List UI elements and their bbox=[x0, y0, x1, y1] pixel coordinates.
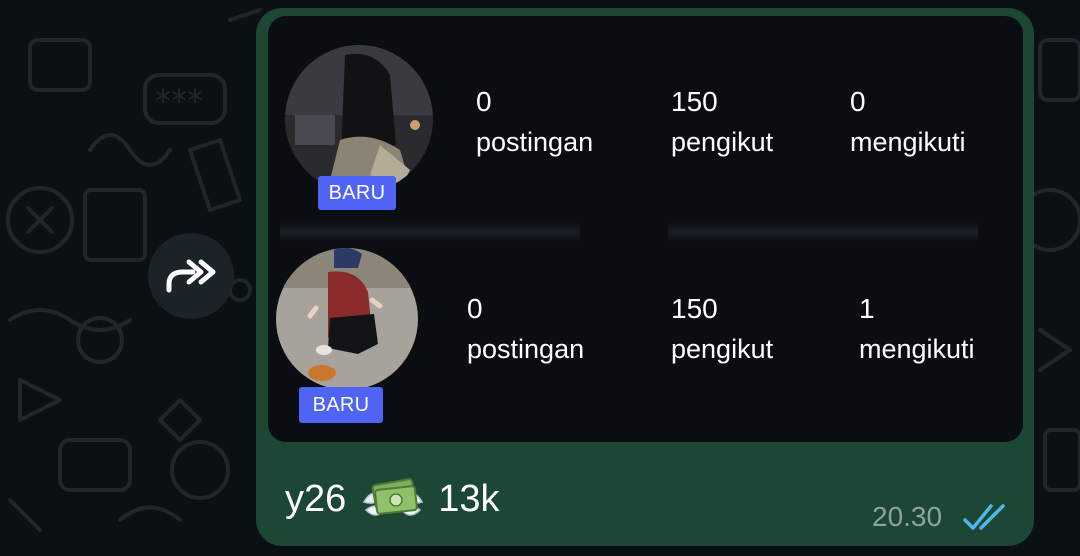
stat-following-1: 0 mengikuti bbox=[850, 86, 966, 158]
stat-label: pengikut bbox=[671, 127, 774, 157]
forward-button[interactable] bbox=[148, 233, 234, 319]
message-time: 20.30 bbox=[872, 501, 943, 532]
row-divider bbox=[668, 222, 978, 242]
caption-text: y26 bbox=[285, 478, 347, 520]
new-badge-1: BARU bbox=[318, 176, 396, 210]
stat-label: mengikuti bbox=[850, 127, 966, 157]
stat-value: 0 bbox=[467, 293, 483, 324]
stat-following-2: 1 mengikuti bbox=[859, 293, 975, 365]
stat-label: pengikut bbox=[671, 334, 774, 364]
stat-followers-2: 150 pengikut bbox=[671, 293, 773, 365]
stat-followers-1: 150 pengikut bbox=[671, 86, 773, 158]
stat-value: 0 bbox=[476, 86, 492, 117]
stat-value: 150 bbox=[671, 293, 718, 324]
stat-label: postingan bbox=[476, 127, 594, 157]
message-image[interactable]: BARU 0 postingan 150 pengikut 0 mengikut… bbox=[268, 16, 1023, 442]
double-check-read-icon bbox=[963, 504, 1005, 530]
stat-posts-2: 0 postingan bbox=[467, 293, 584, 365]
stat-label: mengikuti bbox=[859, 334, 975, 364]
forward-arrows-icon bbox=[166, 259, 216, 293]
profile-photo-1 bbox=[285, 45, 433, 193]
message-caption: y26 13k bbox=[285, 470, 500, 528]
stat-posts-1: 0 postingan bbox=[476, 86, 593, 158]
stat-value: 0 bbox=[850, 86, 866, 117]
svg-text:***: *** bbox=[155, 82, 203, 120]
stat-label: postingan bbox=[467, 334, 585, 364]
caption-suffix: 13k bbox=[438, 478, 500, 520]
stat-value: 150 bbox=[671, 86, 718, 117]
new-badge-2: BARU bbox=[299, 387, 383, 423]
row-divider bbox=[280, 222, 580, 242]
stat-value: 1 bbox=[859, 293, 875, 324]
profile-photo-2 bbox=[276, 248, 418, 390]
money-with-wings-emoji bbox=[363, 478, 424, 516]
